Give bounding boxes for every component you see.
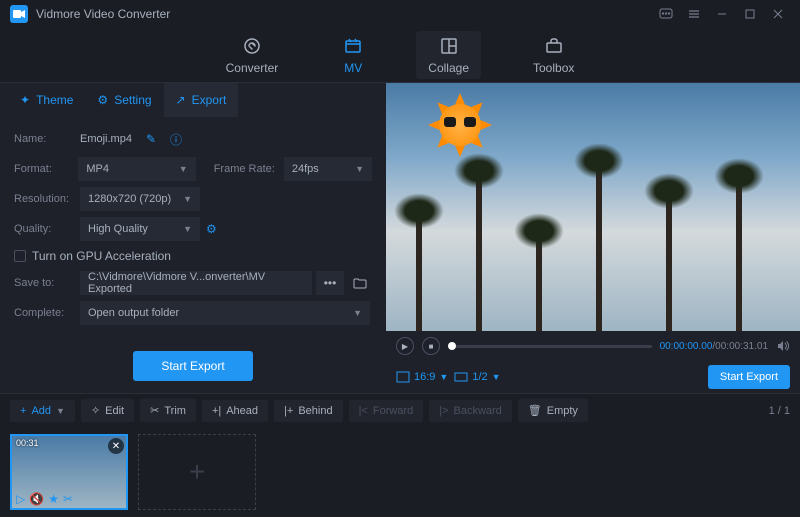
- chevron-down-icon: ▼: [183, 194, 192, 204]
- volume-icon[interactable]: [776, 339, 790, 353]
- tab-toolbox[interactable]: Toolbox: [521, 31, 586, 79]
- mv-icon: [342, 35, 364, 57]
- format-label: Format:: [14, 163, 78, 175]
- browse-button[interactable]: •••: [316, 271, 344, 295]
- add-clip-button[interactable]: +: [138, 434, 256, 510]
- add-button[interactable]: +Add▼: [10, 400, 75, 422]
- chevron-down-icon: ▼: [355, 164, 364, 174]
- playhead[interactable]: [448, 342, 456, 350]
- remove-clip-icon[interactable]: ✕: [108, 438, 124, 454]
- minimize-button[interactable]: [710, 2, 734, 26]
- chevron-down-icon: ▼: [183, 224, 192, 234]
- tab-mv[interactable]: MV: [330, 31, 376, 79]
- behind-icon: |+: [284, 405, 293, 417]
- quality-select[interactable]: High Quality▼: [80, 217, 200, 241]
- chevron-down-icon: ▼: [179, 164, 188, 174]
- ahead-icon: +|: [212, 405, 221, 417]
- backward-icon: |>: [439, 405, 448, 417]
- converter-icon: [241, 35, 263, 57]
- behind-button[interactable]: |+Behind: [274, 400, 343, 422]
- scissors-icon: ✂: [150, 404, 159, 417]
- clip-thumbnail[interactable]: 00:31 ✕ ▷ 🔇 ★ ✂: [10, 434, 128, 510]
- quality-label: Quality:: [14, 223, 80, 235]
- edit-button[interactable]: ✧Edit: [81, 399, 134, 422]
- empty-button[interactable]: 🗑Empty: [518, 399, 588, 422]
- quality-settings-icon[interactable]: ⚙: [206, 222, 217, 236]
- edit-name-icon[interactable]: ✎: [146, 132, 156, 146]
- feedback-icon[interactable]: [654, 2, 678, 26]
- export-panel: ✦Theme ⚙Setting ↗Export Name: Emoji.mp4 …: [0, 83, 386, 393]
- tab-converter[interactable]: Converter: [214, 31, 291, 79]
- start-export-button[interactable]: Start Export: [133, 351, 252, 381]
- player-controls: ▶ ■ 00:00:00.00/00:00:31.01: [386, 331, 800, 361]
- gpu-checkbox[interactable]: [14, 250, 26, 262]
- saveto-path: C:\Vidmore\Vidmore V...onverter\MV Expor…: [80, 271, 312, 295]
- clip-trim-icon[interactable]: ✂: [63, 492, 73, 506]
- maximize-button[interactable]: [738, 2, 762, 26]
- complete-select[interactable]: Open output folder▼: [80, 301, 370, 325]
- wand-icon: ✧: [91, 404, 100, 417]
- chevron-down-icon: ▼: [56, 406, 65, 416]
- aspect-bar: 16:9▼ 1/2▼ Start Export: [386, 361, 800, 393]
- complete-label: Complete:: [14, 307, 80, 319]
- page-indicator: 1 / 1: [769, 405, 790, 417]
- chevron-down-icon: ▼: [353, 308, 362, 318]
- saveto-label: Save to:: [14, 277, 80, 289]
- collage-icon: [438, 35, 460, 57]
- menu-icon[interactable]: [682, 2, 706, 26]
- video-preview: [386, 83, 800, 331]
- tab-theme[interactable]: ✦Theme: [8, 83, 85, 117]
- plus-icon: +: [20, 405, 26, 417]
- gear-icon: ⚙: [97, 93, 108, 107]
- framerate-label: Frame Rate:: [214, 163, 284, 175]
- open-folder-icon[interactable]: [348, 271, 372, 295]
- aspect-ratio-select[interactable]: 16:9▼: [396, 371, 448, 383]
- trash-icon: 🗑: [528, 404, 542, 417]
- time-display: 00:00:00.00/00:00:31.01: [660, 341, 768, 352]
- stop-button[interactable]: ■: [422, 337, 440, 355]
- resolution-label: Resolution:: [14, 193, 80, 205]
- play-button[interactable]: ▶: [396, 337, 414, 355]
- clip-mute-icon[interactable]: 🔇: [29, 492, 44, 506]
- clip-star-icon[interactable]: ★: [48, 492, 59, 506]
- titlebar: Vidmore Video Converter: [0, 0, 800, 28]
- app-logo: [10, 5, 28, 23]
- clip-play-icon[interactable]: ▷: [16, 492, 25, 506]
- toolbox-icon: [543, 35, 565, 57]
- tab-collage[interactable]: Collage: [416, 31, 481, 79]
- plus-icon: +: [189, 456, 205, 488]
- chevron-down-icon: ▼: [439, 372, 448, 382]
- timeline[interactable]: [448, 345, 652, 348]
- ahead-button[interactable]: +|Ahead: [202, 400, 268, 422]
- framerate-select[interactable]: 24fps▼: [284, 157, 372, 181]
- trim-button[interactable]: ✂Trim: [140, 399, 196, 422]
- chevron-down-icon: ▼: [492, 372, 501, 382]
- tab-setting[interactable]: ⚙Setting: [85, 83, 163, 117]
- forward-icon: |<: [359, 405, 368, 417]
- clip-thumbnails: 00:31 ✕ ▷ 🔇 ★ ✂ +: [0, 427, 800, 517]
- name-value: Emoji.mp4: [80, 133, 132, 145]
- theme-icon: ✦: [20, 93, 30, 107]
- forward-button[interactable]: |<Forward: [349, 400, 424, 422]
- name-label: Name:: [14, 133, 80, 145]
- backward-button[interactable]: |>Backward: [429, 400, 512, 422]
- preview-panel: ▶ ■ 00:00:00.00/00:00:31.01 16:9▼ 1/2▼ S…: [386, 83, 800, 393]
- clip-toolbar: +Add▼ ✧Edit ✂Trim +|Ahead |+Behind |<For…: [0, 393, 800, 427]
- export-icon: ↗: [176, 93, 186, 107]
- zoom-select[interactable]: 1/2▼: [454, 371, 500, 383]
- start-export-button-right[interactable]: Start Export: [708, 365, 790, 389]
- main-tabs: Converter MV Collage Toolbox: [0, 28, 800, 83]
- app-title: Vidmore Video Converter: [36, 7, 170, 21]
- resolution-select[interactable]: 1280x720 (720p)▼: [80, 187, 200, 211]
- info-icon[interactable]: ⓘ: [170, 131, 182, 148]
- tab-export[interactable]: ↗Export: [164, 83, 239, 117]
- close-button[interactable]: [766, 2, 790, 26]
- clip-duration: 00:31: [16, 438, 39, 448]
- format-select[interactable]: MP4▼: [78, 157, 195, 181]
- gpu-label: Turn on GPU Acceleration: [32, 249, 171, 263]
